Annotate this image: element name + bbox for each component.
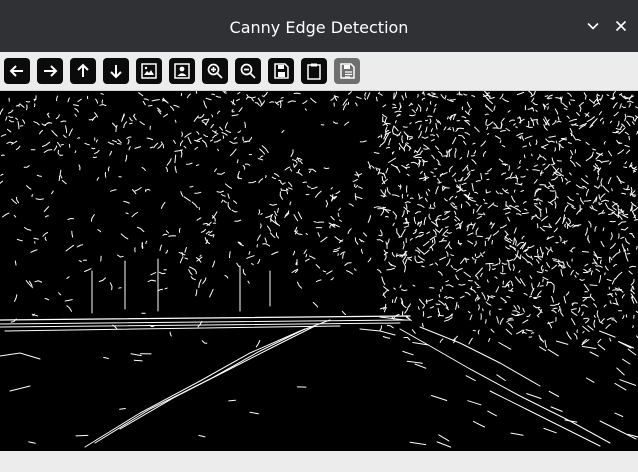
image-person-icon [174,63,190,79]
save-button[interactable] [268,58,294,84]
zoom-out-icon [240,63,256,79]
arrow-left-icon [9,65,23,77]
arrow-up-icon [77,63,89,77]
edge-image-canvas[interactable] [0,91,638,451]
chevron-down-icon[interactable] [581,14,605,38]
arrow-right-icon [44,65,58,77]
save-icon [274,63,289,79]
app-window: Canny Edge Detection [0,0,638,472]
zoom-in-button[interactable] [202,58,228,84]
up-button[interactable] [70,58,96,84]
zoom-in-icon [207,63,223,79]
image-icon [141,63,157,79]
status-bar [0,451,638,472]
title-bar: Canny Edge Detection [0,0,638,52]
back-button[interactable] [4,58,30,84]
clipboard-button[interactable] [301,58,327,84]
save-as-icon [340,63,355,79]
image-person-button[interactable] [169,58,195,84]
window-title: Canny Edge Detection [229,18,409,37]
image-button[interactable] [136,58,162,84]
clipboard-icon [307,63,321,80]
save-as-button[interactable] [334,58,360,84]
forward-button[interactable] [37,58,63,84]
toolbar [0,52,638,91]
canny-edge-image [0,91,638,451]
arrow-down-icon [110,65,122,79]
down-button[interactable] [103,58,129,84]
zoom-out-button[interactable] [235,58,261,84]
close-icon[interactable] [609,14,633,38]
